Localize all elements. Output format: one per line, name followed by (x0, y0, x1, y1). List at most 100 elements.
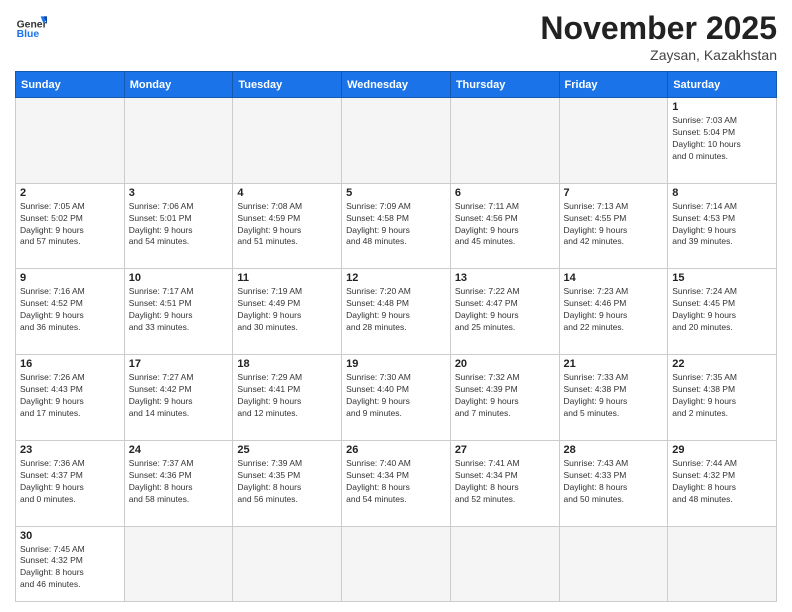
day-cell: 12 Sunrise: 7:20 AM Sunset: 4:48 PM Dayl… (342, 269, 451, 355)
day-info: Sunrise: 7:08 AM Sunset: 4:59 PM Dayligh… (237, 201, 337, 249)
day-number: 25 (237, 444, 337, 456)
day-info: Sunrise: 7:43 AM Sunset: 4:33 PM Dayligh… (564, 458, 664, 506)
day-info: Sunrise: 7:36 AM Sunset: 4:37 PM Dayligh… (20, 458, 120, 506)
day-number: 24 (129, 444, 229, 456)
col-saturday: Saturday (668, 72, 777, 98)
col-thursday: Thursday (450, 72, 559, 98)
col-wednesday: Wednesday (342, 72, 451, 98)
day-number: 8 (672, 187, 772, 199)
day-info: Sunrise: 7:06 AM Sunset: 5:01 PM Dayligh… (129, 201, 229, 249)
col-tuesday: Tuesday (233, 72, 342, 98)
day-cell: 29 Sunrise: 7:44 AM Sunset: 4:32 PM Dayl… (668, 440, 777, 526)
day-cell: 2 Sunrise: 7:05 AM Sunset: 5:02 PM Dayli… (16, 183, 125, 269)
day-cell: 30 Sunrise: 7:45 AM Sunset: 4:32 PM Dayl… (16, 526, 125, 601)
empty-cell (559, 526, 668, 601)
col-friday: Friday (559, 72, 668, 98)
day-cell: 14 Sunrise: 7:23 AM Sunset: 4:46 PM Dayl… (559, 269, 668, 355)
day-number: 5 (346, 187, 446, 199)
day-cell: 15 Sunrise: 7:24 AM Sunset: 4:45 PM Dayl… (668, 269, 777, 355)
svg-text:Blue: Blue (17, 29, 40, 40)
day-cell: 18 Sunrise: 7:29 AM Sunset: 4:41 PM Dayl… (233, 355, 342, 441)
logo-icon: General Blue (15, 10, 47, 42)
day-info: Sunrise: 7:27 AM Sunset: 4:42 PM Dayligh… (129, 372, 229, 420)
calendar-table: Sunday Monday Tuesday Wednesday Thursday… (15, 71, 777, 602)
day-info: Sunrise: 7:13 AM Sunset: 4:55 PM Dayligh… (564, 201, 664, 249)
day-number: 10 (129, 272, 229, 284)
day-info: Sunrise: 7:05 AM Sunset: 5:02 PM Dayligh… (20, 201, 120, 249)
empty-cell (342, 98, 451, 184)
day-number: 20 (455, 358, 555, 370)
day-number: 22 (672, 358, 772, 370)
day-cell: 26 Sunrise: 7:40 AM Sunset: 4:34 PM Dayl… (342, 440, 451, 526)
day-number: 11 (237, 272, 337, 284)
day-info: Sunrise: 7:11 AM Sunset: 4:56 PM Dayligh… (455, 201, 555, 249)
day-number: 3 (129, 187, 229, 199)
day-cell: 10 Sunrise: 7:17 AM Sunset: 4:51 PM Dayl… (124, 269, 233, 355)
day-number: 27 (455, 444, 555, 456)
title-block: November 2025 Zaysan, Kazakhstan (540, 10, 777, 63)
day-number: 4 (237, 187, 337, 199)
day-number: 18 (237, 358, 337, 370)
day-info: Sunrise: 7:24 AM Sunset: 4:45 PM Dayligh… (672, 286, 772, 334)
day-info: Sunrise: 7:09 AM Sunset: 4:58 PM Dayligh… (346, 201, 446, 249)
col-monday: Monday (124, 72, 233, 98)
day-info: Sunrise: 7:37 AM Sunset: 4:36 PM Dayligh… (129, 458, 229, 506)
empty-cell (233, 526, 342, 601)
day-cell: 27 Sunrise: 7:41 AM Sunset: 4:34 PM Dayl… (450, 440, 559, 526)
day-cell: 24 Sunrise: 7:37 AM Sunset: 4:36 PM Dayl… (124, 440, 233, 526)
day-number: 21 (564, 358, 664, 370)
day-number: 28 (564, 444, 664, 456)
day-info: Sunrise: 7:20 AM Sunset: 4:48 PM Dayligh… (346, 286, 446, 334)
day-cell: 25 Sunrise: 7:39 AM Sunset: 4:35 PM Dayl… (233, 440, 342, 526)
day-info: Sunrise: 7:45 AM Sunset: 4:32 PM Dayligh… (20, 544, 120, 592)
day-cell: 17 Sunrise: 7:27 AM Sunset: 4:42 PM Dayl… (124, 355, 233, 441)
day-info: Sunrise: 7:44 AM Sunset: 4:32 PM Dayligh… (672, 458, 772, 506)
empty-cell (124, 98, 233, 184)
day-info: Sunrise: 7:26 AM Sunset: 4:43 PM Dayligh… (20, 372, 120, 420)
day-info: Sunrise: 7:22 AM Sunset: 4:47 PM Dayligh… (455, 286, 555, 334)
col-sunday: Sunday (16, 72, 125, 98)
day-number: 17 (129, 358, 229, 370)
empty-cell (342, 526, 451, 601)
day-cell: 16 Sunrise: 7:26 AM Sunset: 4:43 PM Dayl… (16, 355, 125, 441)
empty-cell (16, 98, 125, 184)
day-info: Sunrise: 7:39 AM Sunset: 4:35 PM Dayligh… (237, 458, 337, 506)
day-number: 7 (564, 187, 664, 199)
day-number: 30 (20, 530, 120, 542)
day-info: Sunrise: 7:30 AM Sunset: 4:40 PM Dayligh… (346, 372, 446, 420)
day-cell: 20 Sunrise: 7:32 AM Sunset: 4:39 PM Dayl… (450, 355, 559, 441)
day-info: Sunrise: 7:32 AM Sunset: 4:39 PM Dayligh… (455, 372, 555, 420)
day-number: 15 (672, 272, 772, 284)
day-cell: 23 Sunrise: 7:36 AM Sunset: 4:37 PM Dayl… (16, 440, 125, 526)
day-number: 29 (672, 444, 772, 456)
day-info: Sunrise: 7:29 AM Sunset: 4:41 PM Dayligh… (237, 372, 337, 420)
day-number: 9 (20, 272, 120, 284)
day-cell: 28 Sunrise: 7:43 AM Sunset: 4:33 PM Dayl… (559, 440, 668, 526)
day-cell: 8 Sunrise: 7:14 AM Sunset: 4:53 PM Dayli… (668, 183, 777, 269)
day-info: Sunrise: 7:40 AM Sunset: 4:34 PM Dayligh… (346, 458, 446, 506)
day-info: Sunrise: 7:33 AM Sunset: 4:38 PM Dayligh… (564, 372, 664, 420)
day-number: 16 (20, 358, 120, 370)
day-cell: 19 Sunrise: 7:30 AM Sunset: 4:40 PM Dayl… (342, 355, 451, 441)
month-title: November 2025 (540, 10, 777, 47)
day-cell: 11 Sunrise: 7:19 AM Sunset: 4:49 PM Dayl… (233, 269, 342, 355)
day-cell: 3 Sunrise: 7:06 AM Sunset: 5:01 PM Dayli… (124, 183, 233, 269)
day-cell: 6 Sunrise: 7:11 AM Sunset: 4:56 PM Dayli… (450, 183, 559, 269)
day-number: 26 (346, 444, 446, 456)
day-number: 23 (20, 444, 120, 456)
day-cell: 21 Sunrise: 7:33 AM Sunset: 4:38 PM Dayl… (559, 355, 668, 441)
page-header: General Blue November 2025 Zaysan, Kazak… (15, 10, 777, 63)
logo: General Blue (15, 10, 47, 42)
day-info: Sunrise: 7:35 AM Sunset: 4:38 PM Dayligh… (672, 372, 772, 420)
day-info: Sunrise: 7:03 AM Sunset: 5:04 PM Dayligh… (672, 115, 772, 163)
day-number: 12 (346, 272, 446, 284)
day-number: 19 (346, 358, 446, 370)
day-info: Sunrise: 7:19 AM Sunset: 4:49 PM Dayligh… (237, 286, 337, 334)
day-number: 13 (455, 272, 555, 284)
day-info: Sunrise: 7:14 AM Sunset: 4:53 PM Dayligh… (672, 201, 772, 249)
day-number: 14 (564, 272, 664, 284)
empty-cell (450, 526, 559, 601)
day-info: Sunrise: 7:23 AM Sunset: 4:46 PM Dayligh… (564, 286, 664, 334)
day-info: Sunrise: 7:16 AM Sunset: 4:52 PM Dayligh… (20, 286, 120, 334)
empty-cell (668, 526, 777, 601)
